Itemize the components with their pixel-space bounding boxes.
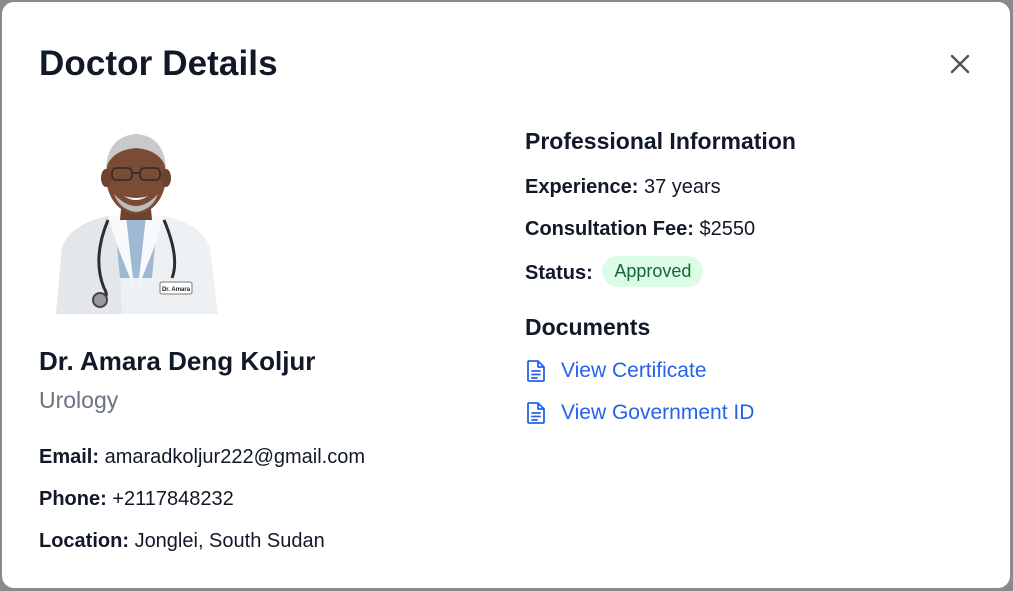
experience-row: Experience: 37 years <box>525 176 721 199</box>
experience-value: 37 years <box>643 176 721 198</box>
view-government-id-link[interactable]: View Government ID <box>525 401 754 425</box>
phone-row: Phone: +2117848232 <box>39 488 234 511</box>
experience-label: Experience: <box>525 176 639 198</box>
status-label: Status: <box>525 261 593 284</box>
view-certificate-label: View Certificate <box>561 359 707 382</box>
close-icon <box>950 54 970 74</box>
status-badge: Approved <box>602 256 704 287</box>
location-value: Jonglei, South Sudan <box>134 530 325 552</box>
fee-row: Consultation Fee: $2550 <box>525 218 755 241</box>
email-row: Email: amaradkoljur222@gmail.com <box>39 446 365 469</box>
svg-text:Dr. Amara: Dr. Amara <box>162 287 191 293</box>
doctor-photo: Dr. Amara <box>48 128 224 314</box>
phone-value: +2117848232 <box>112 488 234 510</box>
fee-value: $2550 <box>699 218 756 240</box>
phone-label: Phone: <box>39 488 107 510</box>
email-label: Email: <box>39 446 100 468</box>
email-value: amaradkoljur222@gmail.com <box>104 446 366 468</box>
doctor-name: Dr. Amara Deng Koljur <box>39 346 316 376</box>
modal-title: Doctor Details <box>39 44 278 83</box>
document-icon <box>525 359 547 383</box>
doctor-specialty: Urology <box>39 387 119 413</box>
doctor-details-modal: Doctor Details Dr. Amara Dr. Amara Deng … <box>2 2 1010 588</box>
location-label: Location: <box>39 530 129 552</box>
close-button[interactable] <box>946 50 974 78</box>
document-icon <box>525 401 547 425</box>
fee-label: Consultation Fee: <box>525 218 694 240</box>
status-row: Status: Approved <box>525 256 704 289</box>
location-row: Location: Jonglei, South Sudan <box>39 530 325 553</box>
documents-heading: Documents <box>525 314 651 340</box>
view-government-id-label: View Government ID <box>561 401 755 424</box>
professional-info-heading: Professional Information <box>525 128 796 154</box>
view-certificate-link[interactable]: View Certificate <box>525 359 707 383</box>
